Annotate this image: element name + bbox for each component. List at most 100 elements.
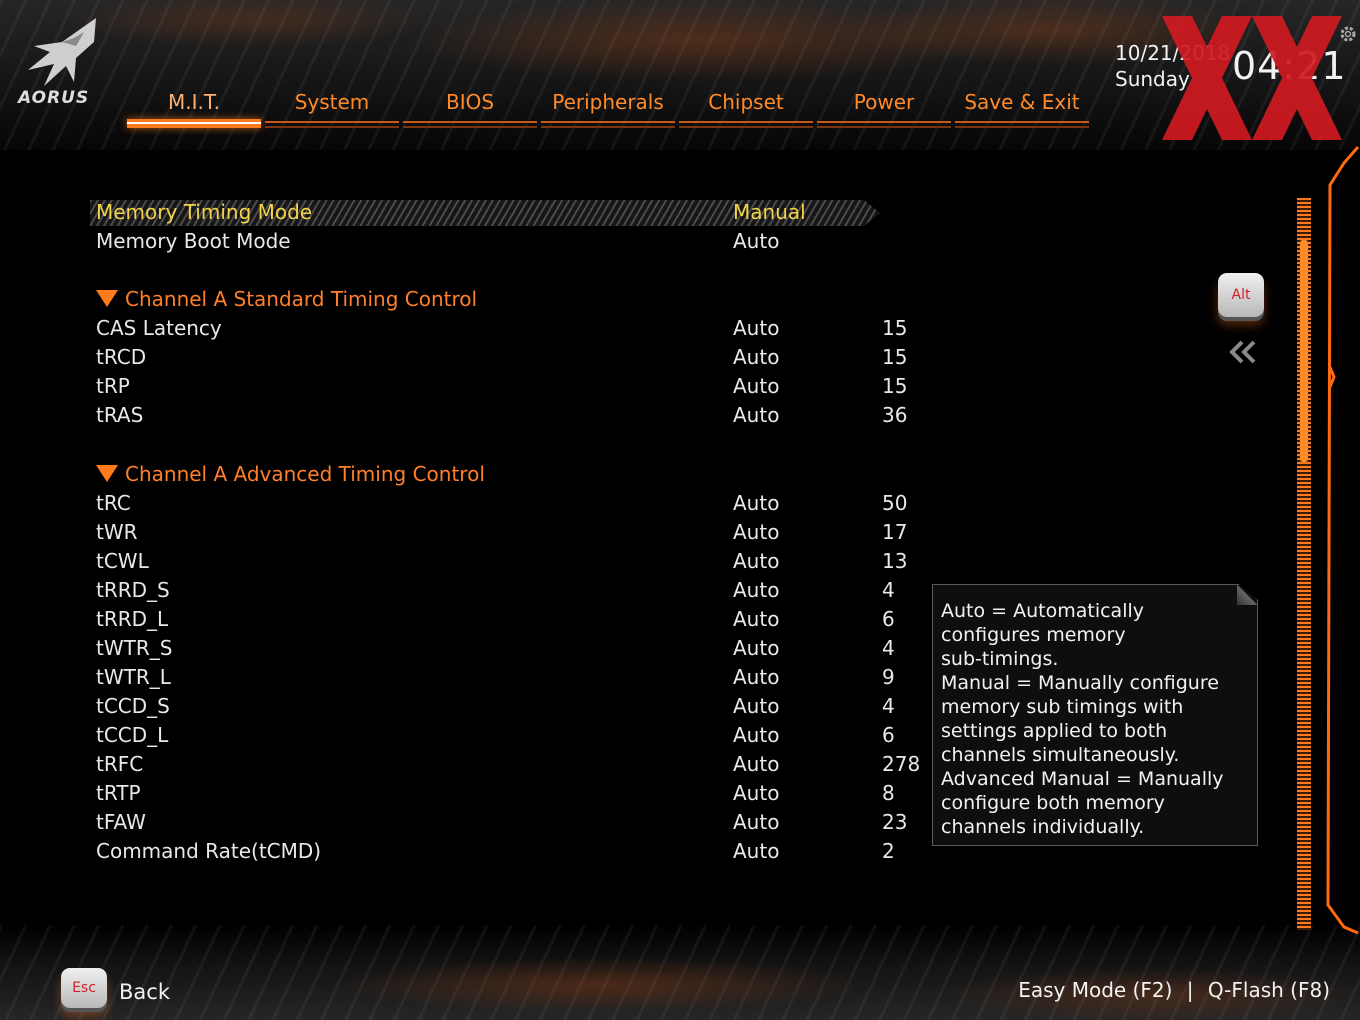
tab-label: M.I.T. [167, 90, 221, 114]
setting-value: 278 [882, 752, 921, 776]
setting-mode: Auto [733, 810, 780, 834]
setting-value: 15 [882, 345, 908, 369]
setting-label: tWTR_S [96, 636, 173, 660]
setting-mode: Auto [733, 839, 780, 863]
footer-separator: | [1186, 978, 1194, 1002]
tab-underline [265, 121, 399, 128]
setting-label: Memory Timing Mode [96, 200, 313, 224]
setting-row-tccd-s[interactable]: tCCD_S Auto 4 [96, 692, 926, 720]
tab-mit[interactable]: M.I.T. [127, 88, 261, 132]
section-title: Channel A Standard Timing Control [125, 287, 478, 311]
tab-peripherals[interactable]: Peripherals [541, 88, 675, 132]
tab-bios[interactable]: BIOS [403, 88, 537, 132]
section-header-advanced[interactable]: Channel A Advanced Timing Control [96, 460, 485, 488]
help-text: Auto = Automatically configures memory s… [941, 599, 1251, 839]
setting-row-trcd[interactable]: tRCD Auto 15 [96, 343, 926, 371]
help-line: configure both memory [941, 792, 1165, 814]
tab-underline [679, 121, 813, 128]
setting-row-trfc[interactable]: tRFC Auto 278 [96, 750, 926, 778]
setting-row-trrd-l[interactable]: tRRD_L Auto 6 [96, 605, 926, 633]
tab-underline [817, 121, 951, 128]
help-line: Manual = Manually configure [941, 672, 1219, 694]
setting-mode: Auto [733, 665, 780, 689]
setting-value: 6 [882, 723, 895, 747]
setting-label: CAS Latency [96, 316, 222, 340]
setting-label: tCCD_S [96, 694, 170, 718]
setting-mode: Auto [733, 229, 780, 253]
alt-key-button[interactable]: Alt [1218, 273, 1264, 317]
setting-row-trp[interactable]: tRP Auto 15 [96, 372, 926, 400]
setting-mode: Auto [733, 607, 780, 631]
setting-label: tWR [96, 520, 138, 544]
logo-text: AORUS [18, 88, 90, 108]
setting-value: 4 [882, 636, 895, 660]
setting-value: 2 [882, 839, 895, 863]
easy-mode-link[interactable]: Easy Mode (F2) [1018, 978, 1172, 1002]
setting-mode: Auto [733, 316, 780, 340]
qflash-link[interactable]: Q-Flash (F8) [1208, 978, 1330, 1002]
esc-key-button[interactable]: Esc [61, 968, 107, 1008]
xx-watermark-icon [1162, 16, 1342, 140]
setting-row-tfaw[interactable]: tFAW Auto 23 [96, 808, 926, 836]
tab-underline [541, 121, 675, 128]
setting-value: 13 [882, 549, 908, 573]
setting-value: 15 [882, 374, 908, 398]
tab-underline [955, 121, 1089, 128]
help-line: channels individually. [941, 816, 1145, 838]
setting-mode: Auto [733, 694, 780, 718]
help-line: Advanced Manual = Manually [941, 768, 1224, 790]
help-line: channels simultaneously. [941, 744, 1180, 766]
setting-label: tRRD_L [96, 607, 169, 631]
help-line: memory sub timings with [941, 696, 1184, 718]
setting-label: tFAW [96, 810, 146, 834]
setting-label: Command Rate(tCMD) [96, 839, 322, 863]
setting-row-tcwl[interactable]: tCWL Auto 13 [96, 547, 926, 575]
help-panel: Auto = Automatically configures memory s… [932, 584, 1258, 846]
setting-value: 23 [882, 810, 908, 834]
tab-chipset[interactable]: Chipset [679, 88, 813, 132]
setting-mode: Auto [733, 549, 780, 573]
tab-label: Save & Exit [964, 90, 1080, 114]
setting-row-twtr-l[interactable]: tWTR_L Auto 9 [96, 663, 926, 691]
tab-label: Chipset [708, 90, 784, 114]
setting-value: 4 [882, 578, 895, 602]
double-chevron-left-icon[interactable] [1226, 338, 1258, 366]
setting-mode: Auto [733, 345, 780, 369]
back-label[interactable]: Back [119, 980, 170, 1004]
setting-label: Memory Boot Mode [96, 229, 291, 253]
tab-save-exit[interactable]: Save & Exit [955, 88, 1089, 132]
setting-label: tWTR_L [96, 665, 171, 689]
gear-icon[interactable] [1338, 24, 1358, 44]
setting-label: tRCD [96, 345, 147, 369]
setting-row-tras[interactable]: tRAS Auto 36 [96, 401, 926, 429]
section-header-standard[interactable]: Channel A Standard Timing Control [96, 285, 477, 313]
setting-row-trtp[interactable]: tRTP Auto 8 [96, 779, 926, 807]
setting-row-tccd-l[interactable]: tCCD_L Auto 6 [96, 721, 926, 749]
setting-value: 50 [882, 491, 908, 515]
setting-row-twtr-s[interactable]: tWTR_S Auto 4 [96, 634, 926, 662]
setting-row-twr[interactable]: tWR Auto 17 [96, 518, 926, 546]
setting-row-command-rate[interactable]: Command Rate(tCMD) Auto 2 [96, 837, 926, 865]
setting-value: 17 [882, 520, 908, 544]
setting-value: 8 [882, 781, 895, 805]
help-line: settings applied to both [941, 720, 1168, 742]
setting-label: tCWL [96, 549, 149, 573]
tab-power[interactable]: Power [817, 88, 951, 132]
tab-label: Power [853, 90, 915, 114]
tab-underline [403, 121, 537, 128]
setting-row-trc[interactable]: tRC Auto 50 [96, 489, 926, 517]
setting-row-memory-boot-mode[interactable]: Memory Boot Mode Auto [96, 227, 926, 255]
setting-row-memory-timing-mode[interactable]: Memory Timing Mode Manual [96, 198, 926, 226]
footer-shortcuts: Easy Mode (F2) | Q-Flash (F8) [1014, 978, 1334, 1002]
setting-row-trrd-s[interactable]: tRRD_S Auto 4 [96, 576, 926, 604]
setting-label: tRP [96, 374, 130, 398]
expand-triangle-icon [96, 465, 118, 482]
scrollbar-thumb[interactable] [1300, 240, 1308, 462]
tab-system[interactable]: System [265, 88, 399, 132]
side-panel-frame-icon[interactable] [1320, 145, 1360, 935]
footer-background [0, 925, 1360, 1020]
setting-row-cas-latency[interactable]: CAS Latency Auto 15 [96, 314, 926, 342]
tab-label: Peripherals [552, 90, 664, 114]
setting-label: tRC [96, 491, 131, 515]
tab-label: System [294, 90, 370, 114]
